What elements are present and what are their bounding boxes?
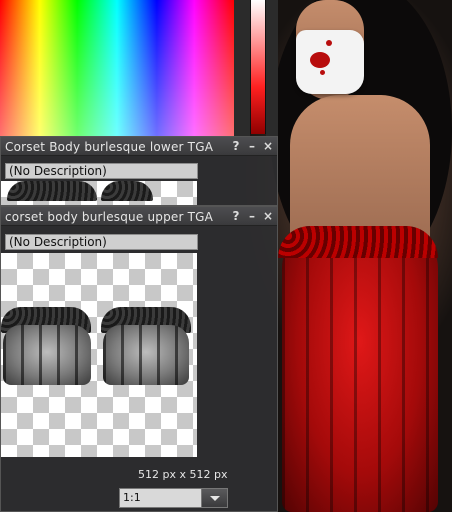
zoom-value: 1:1 (123, 491, 141, 504)
texture-image (7, 181, 97, 201)
texture-preview-lower-window[interactable]: Corset Body burlesque lower TGA ? – × (N… (0, 136, 278, 206)
avatar-corset-lace (278, 226, 438, 258)
color-picker-panel-edge (266, 0, 278, 140)
color-picker-panel (234, 0, 250, 140)
close-icon[interactable]: × (261, 138, 275, 154)
close-icon[interactable]: × (261, 208, 275, 224)
minimize-icon[interactable]: – (245, 208, 259, 224)
zoom-select[interactable]: 1:1 (119, 488, 228, 508)
description-field[interactable]: (No Description) (5, 163, 198, 179)
texture-image (3, 325, 91, 385)
help-icon[interactable]: ? (229, 208, 243, 224)
blood-stain (326, 40, 332, 46)
resolution-label: 512 px x 512 px (138, 468, 228, 481)
window-titlebar[interactable]: Corset Body burlesque lower TGA ? – × (1, 137, 277, 156)
face-mask (296, 30, 364, 94)
help-icon[interactable]: ? (229, 138, 243, 154)
chevron-down-icon (210, 496, 220, 501)
window-titlebar[interactable]: corset body burlesque upper TGA ? – × (1, 207, 277, 226)
blood-stain (310, 52, 330, 68)
color-spectrum[interactable] (0, 0, 234, 140)
avatar-corset (282, 228, 438, 512)
texture-preview-upper-window[interactable]: corset body burlesque upper TGA ? – × (N… (0, 206, 278, 512)
texture-preview (1, 181, 197, 205)
window-title: Corset Body burlesque lower TGA (5, 140, 214, 154)
blood-stain (320, 70, 325, 75)
luminance-slider[interactable] (250, 0, 266, 134)
texture-preview (1, 253, 197, 457)
zoom-dropdown-button[interactable] (201, 489, 227, 507)
texture-image (103, 325, 189, 385)
minimize-icon[interactable]: – (245, 138, 259, 154)
description-field[interactable]: (No Description) (5, 234, 198, 250)
texture-image (101, 181, 153, 201)
window-title: corset body burlesque upper TGA (5, 210, 214, 224)
